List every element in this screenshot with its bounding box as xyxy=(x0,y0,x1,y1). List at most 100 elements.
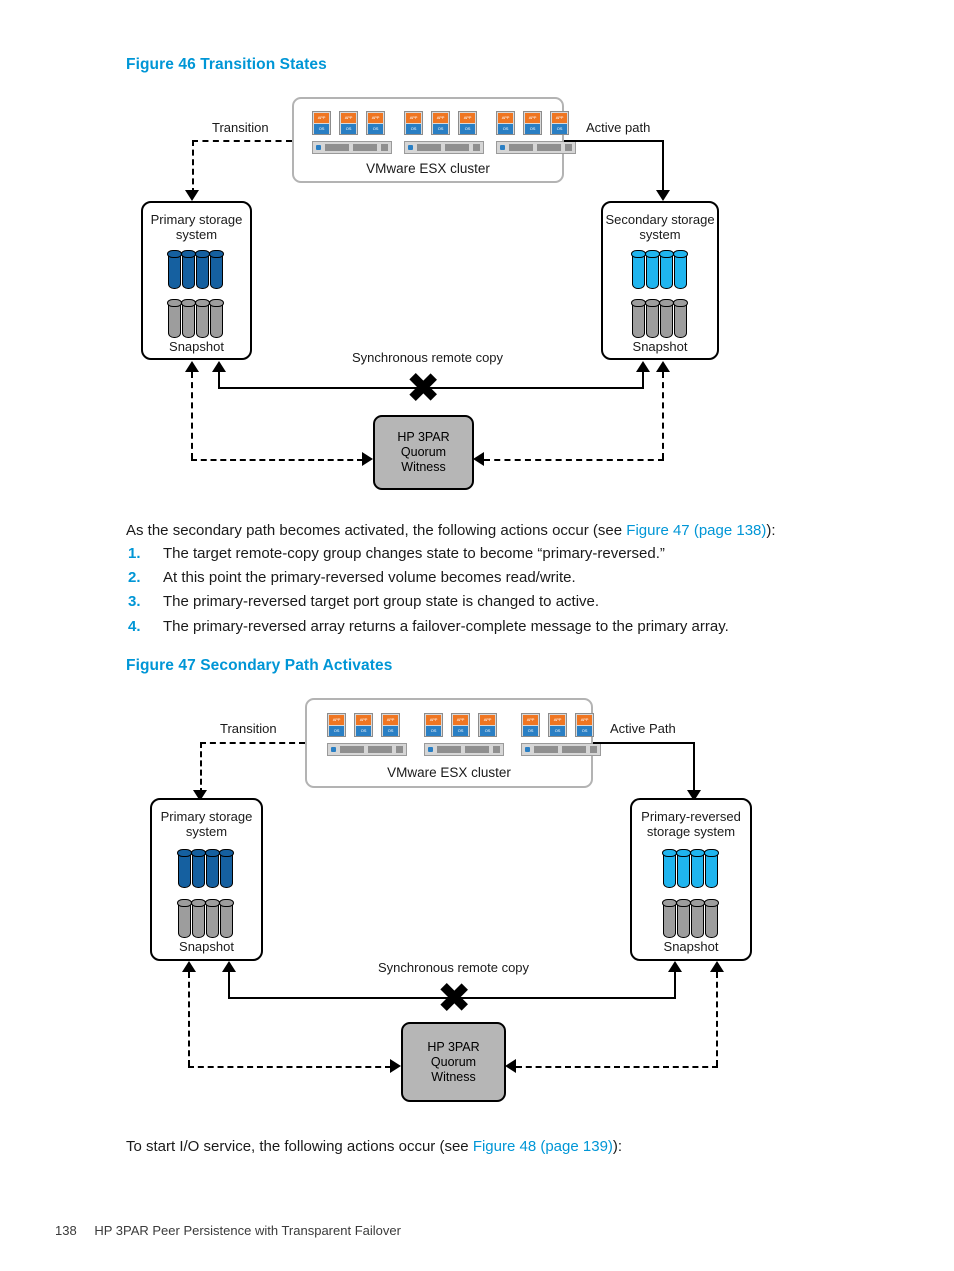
volume-cylinder xyxy=(205,849,220,888)
volume-cylinder xyxy=(177,849,192,888)
esx-host-group: APP OS APP OS APP OS xyxy=(521,713,601,756)
vm-row: APP OS APP OS APP OS xyxy=(327,713,407,737)
snapshot-cylinder xyxy=(704,899,719,938)
figure-47-diagram: APP OS APP OS APP OS APP OS APP OS APP O… xyxy=(0,0,954,1271)
snapshot-cylinder xyxy=(205,899,220,938)
chassis-bay xyxy=(465,746,489,753)
primary-reversed-snapshot-label: Snapshot xyxy=(663,939,719,954)
vm-os-label: OS xyxy=(356,726,371,736)
volume-cylinder xyxy=(690,849,705,888)
chassis-led xyxy=(428,747,433,752)
vm-app-label: APP xyxy=(453,715,468,725)
page-footer: 138 HP 3PAR Peer Persistence with Transp… xyxy=(55,1223,401,1238)
vm-icon: APP OS xyxy=(521,713,540,737)
volume-cylinder xyxy=(191,849,206,888)
quorum-witness-line2: Quorum xyxy=(430,1054,477,1069)
primary-storage-title-line1: Primary storage xyxy=(160,809,253,824)
snapshot-cylinder xyxy=(191,899,206,938)
server-chassis-icon xyxy=(521,743,601,756)
vm-row: APP OS APP OS APP OS xyxy=(424,713,504,737)
vm-os-label: OS xyxy=(426,726,441,736)
vm-icon: APP OS xyxy=(381,713,400,737)
footer-page-number: 138 xyxy=(55,1223,77,1238)
vm-row: APP OS APP OS APP OS xyxy=(521,713,601,737)
vm-app-label: APP xyxy=(426,715,441,725)
esx-cluster-label: VMware ESX cluster xyxy=(387,765,511,780)
chassis-bay xyxy=(368,746,392,753)
vm-app-label: APP xyxy=(550,715,565,725)
quorum-arrow-primary xyxy=(182,961,196,972)
chassis-bay xyxy=(534,746,558,753)
quorum-line-h-left xyxy=(188,1066,391,1068)
vm-icon: APP OS xyxy=(354,713,373,737)
vm-icon: APP OS xyxy=(478,713,497,737)
primary-reversed-volume-group xyxy=(662,849,719,888)
figure-48-crossref-link[interactable]: Figure 48 (page 139) xyxy=(473,1138,613,1155)
sync-arrow-left xyxy=(222,961,236,972)
primary-snapshot-group xyxy=(177,899,234,938)
transition-label: Transition xyxy=(220,721,277,736)
primary-snapshot-label: Snapshot xyxy=(179,939,234,954)
sync-line-v-left xyxy=(228,972,231,999)
vm-os-label: OS xyxy=(577,726,592,736)
volume-cylinder xyxy=(219,849,234,888)
chassis-bay xyxy=(590,746,597,753)
chassis-bay xyxy=(562,746,586,753)
vm-app-label: APP xyxy=(329,715,344,725)
chassis-bay xyxy=(437,746,461,753)
quorum-witness-line3: Witness xyxy=(431,1069,476,1084)
quorum-arrow-right xyxy=(505,1059,516,1073)
volume-cylinder xyxy=(676,849,691,888)
snapshot-cylinder xyxy=(676,899,691,938)
snapshot-cylinder xyxy=(690,899,705,938)
vm-icon: APP OS xyxy=(451,713,470,737)
primary-reversed-snapshot-group xyxy=(662,899,719,938)
quorum-line-h-right xyxy=(516,1066,718,1068)
primary-volume-group xyxy=(177,849,234,888)
vm-icon: APP OS xyxy=(424,713,443,737)
primary-reversed-title-line2: storage system xyxy=(646,824,736,839)
primary-reversed-storage-box: Primary-reversed storage system Snapshot xyxy=(630,798,752,961)
volume-cylinder xyxy=(662,849,677,888)
active-path-label: Active Path xyxy=(610,721,676,736)
active-path-line-v xyxy=(693,742,696,794)
quorum-witness-line1: HP 3PAR xyxy=(427,1039,480,1054)
sync-arrow-right xyxy=(668,961,682,972)
snapshot-cylinder xyxy=(219,899,234,938)
esx-host-group: APP OS APP OS APP OS xyxy=(327,713,407,756)
esx-cluster-box: APP OS APP OS APP OS APP OS APP OS APP O… xyxy=(305,698,601,788)
primary-storage-box: Primary storage system Snapshot xyxy=(150,798,263,961)
primary-storage-title: Primary storage system xyxy=(152,809,261,839)
quorum-witness-box: HP 3PAR Quorum Witness xyxy=(401,1022,506,1102)
document-page: Figure 46 Transition States APP OS APP O… xyxy=(0,0,954,1271)
vm-app-label: APP xyxy=(356,715,371,725)
vm-os-label: OS xyxy=(329,726,344,736)
chassis-led xyxy=(525,747,530,752)
chassis-bay xyxy=(493,746,500,753)
vm-app-label: APP xyxy=(577,715,592,725)
paragraph-intro-2-after: ): xyxy=(612,1138,623,1155)
volume-cylinder xyxy=(704,849,719,888)
chassis-bay xyxy=(396,746,403,753)
vm-icon: APP OS xyxy=(327,713,346,737)
primary-storage-title-line2: system xyxy=(185,824,228,839)
vm-os-label: OS xyxy=(453,726,468,736)
quorum-line-v-left xyxy=(188,972,190,1066)
vm-icon: APP OS xyxy=(548,713,567,737)
paragraph-intro-2: To start I/O service, the following acti… xyxy=(126,1138,622,1155)
footer-chapter-title: HP 3PAR Peer Persistence with Transparen… xyxy=(94,1223,401,1238)
sync-remote-copy-label: Synchronous remote copy xyxy=(378,960,530,975)
quorum-line-v-right xyxy=(716,972,718,1066)
vm-app-label: APP xyxy=(480,715,495,725)
quorum-arrow-primary-reversed xyxy=(710,961,724,972)
chassis-led xyxy=(331,747,336,752)
server-chassis-icon xyxy=(424,743,504,756)
sync-line-v-right xyxy=(674,972,677,999)
server-chassis-icon xyxy=(327,743,407,756)
snapshot-cylinder xyxy=(662,899,677,938)
vm-app-label: APP xyxy=(383,715,398,725)
transition-line-v xyxy=(200,742,202,794)
paragraph-intro-2-before: To start I/O service, the following acti… xyxy=(126,1138,473,1155)
vm-os-label: OS xyxy=(480,726,495,736)
snapshot-cylinder xyxy=(177,899,192,938)
